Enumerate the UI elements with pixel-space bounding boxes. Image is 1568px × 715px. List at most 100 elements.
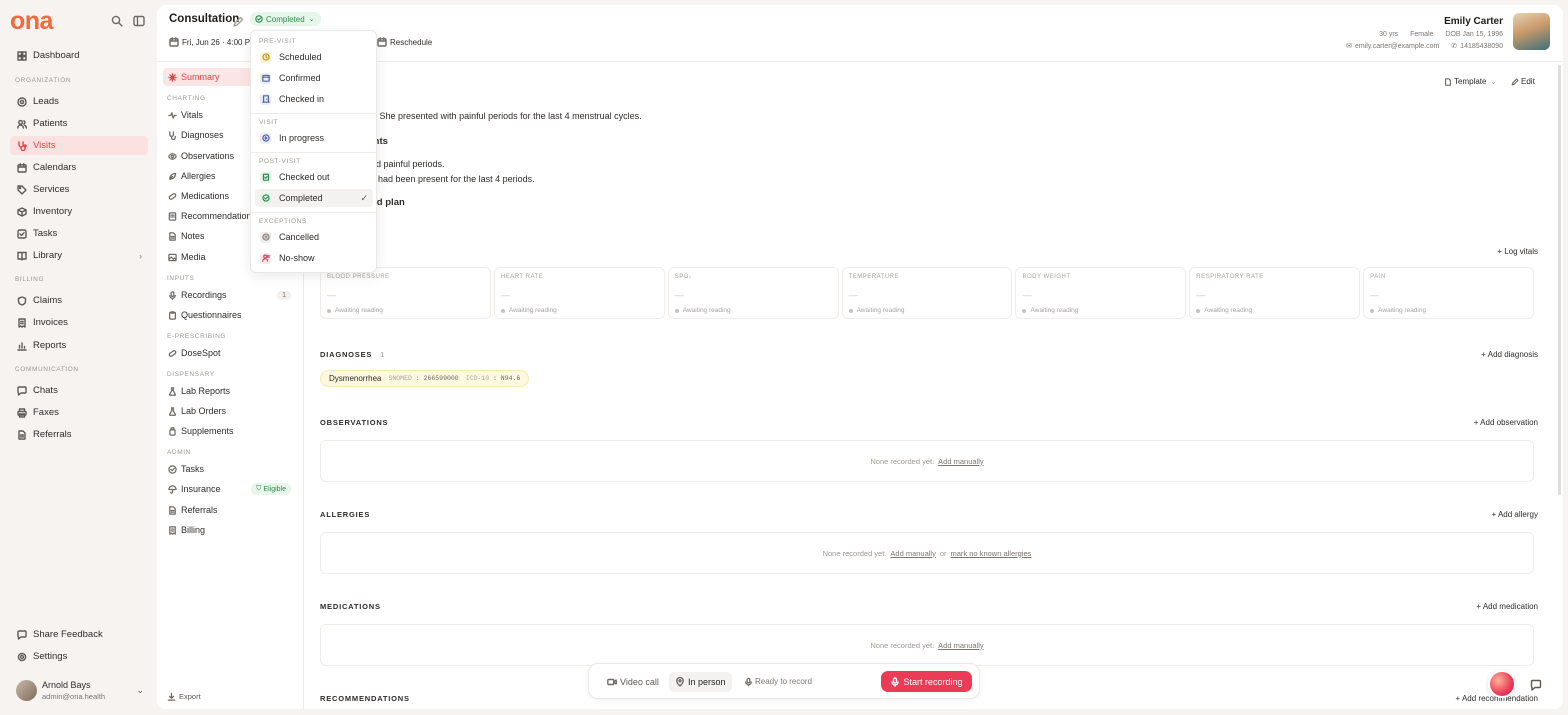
vital-card[interactable]: PAIN — Awaiting reading <box>1363 267 1535 319</box>
summary-content: Template⌄ Edit t: She presented with pai… <box>305 65 1553 709</box>
subnav-recordings[interactable]: Recordings 1 <box>163 286 297 304</box>
diagnosis-tag[interactable]: Dysmenorrhea SNOMED : 266599000 ICD-10 :… <box>320 370 530 387</box>
nav-item-chats[interactable]: Chats <box>10 381 148 400</box>
in-person-toggle[interactable]: In person <box>669 672 732 692</box>
menu-divider <box>251 212 376 213</box>
chat-icon[interactable] <box>1529 678 1543 692</box>
nav-item-reports[interactable]: Reports <box>10 336 148 355</box>
avatar <box>16 679 37 701</box>
vital-card[interactable]: BODY WEIGHT — Awaiting reading <box>1015 267 1187 319</box>
scrollbar[interactable] <box>1558 65 1561 495</box>
shield-check-icon: ⛉ <box>256 485 262 492</box>
nav-item-claims[interactable]: Claims <box>10 291 148 310</box>
nav-item-tasks[interactable]: Tasks <box>10 224 148 243</box>
status-option-cancelled[interactable]: Cancelled <box>255 228 373 246</box>
chevron-down-icon: ⌄ <box>136 684 144 695</box>
search-icon[interactable] <box>110 14 124 28</box>
add-observation-button[interactable]: + Add observation <box>1474 418 1538 427</box>
status-dot <box>327 308 331 313</box>
status-option-confirmed[interactable]: Confirmed <box>255 69 373 87</box>
nav-item-library[interactable]: Library › <box>10 246 148 265</box>
sidebar-toggle-icon[interactable] <box>132 14 146 28</box>
patient-email[interactable]: emily.carter@example.com <box>1355 43 1439 50</box>
vital-card[interactable]: SPO₂ — Awaiting reading <box>667 267 839 319</box>
status-option-completed[interactable]: Completed ✓ <box>255 189 373 207</box>
video-call-toggle[interactable]: Video call <box>601 672 665 692</box>
user-email: admin@ona.health <box>42 691 106 701</box>
status-option-in-progress[interactable]: In progress <box>255 129 373 147</box>
nav-item-visits[interactable]: Visits <box>10 136 148 155</box>
nav-item-inventory[interactable]: Inventory <box>10 202 148 221</box>
nav-item-faxes[interactable]: Faxes <box>10 403 148 422</box>
vital-card[interactable]: BLOOD PRESSURE — Awaiting reading <box>320 267 491 319</box>
status-badge[interactable]: Completed ⌄ <box>250 12 321 26</box>
play-circle-icon <box>260 132 271 144</box>
nav-section-billing: BILLING <box>15 276 45 283</box>
status-option-checked-out[interactable]: Checked out <box>255 168 373 186</box>
settings-button[interactable]: Settings <box>10 647 148 666</box>
chevron-right-icon: › <box>139 250 142 261</box>
subnav-insurance[interactable]: Insurance ⛉ Eligible <box>163 480 297 498</box>
subnav-referrals[interactable]: Referrals <box>163 501 297 519</box>
share-feedback-button[interactable]: Share Feedback <box>10 625 148 644</box>
add-diagnosis-button[interactable]: + Add diagnosis <box>1481 350 1538 359</box>
status-option-no-show[interactable]: No-show <box>255 249 373 267</box>
left-nav: ona Dashboard ORGANIZATION Leads Patient… <box>0 0 157 715</box>
no-known-allergies-link[interactable]: mark no known allergies <box>951 549 1032 558</box>
calendar-icon <box>169 37 179 47</box>
export-button[interactable]: Export <box>167 692 201 701</box>
page-title: Consultation <box>169 13 240 25</box>
user-menu[interactable]: Arnold Bays admin@ona.health ⌄ <box>16 678 144 702</box>
status-option-checked-in[interactable]: Checked in <box>255 90 373 108</box>
add-observation-manually-link[interactable]: Add manually <box>938 457 983 466</box>
nav-item-patients[interactable]: Patients <box>10 114 148 133</box>
pencil-icon[interactable] <box>231 15 245 29</box>
subnav-questionnaires[interactable]: Questionnaires <box>163 306 297 324</box>
vital-card[interactable]: RESPIRATORY RATE — Awaiting reading <box>1189 267 1361 319</box>
recording-bar: Video call In person Ready to record Sta… <box>588 663 980 699</box>
patient-phone[interactable]: 14185438090 <box>1460 43 1503 50</box>
receipt-icon <box>167 525 177 535</box>
subnav-lab-orders[interactable]: Lab Orders <box>163 402 297 420</box>
subnav-supplements[interactable]: Supplements <box>163 422 297 440</box>
calendar-icon <box>377 37 387 47</box>
edit-button[interactable]: Edit <box>1510 77 1535 86</box>
add-medication-manually-link[interactable]: Add manually <box>938 641 983 650</box>
nav-item-calendars[interactable]: Calendars <box>10 158 148 177</box>
add-allergy-button[interactable]: + Add allergy <box>1492 510 1538 519</box>
app-logo[interactable]: ona <box>10 9 53 34</box>
note-icon <box>167 231 177 241</box>
nav-item-dashboard[interactable]: Dashboard <box>10 46 148 65</box>
menu-section-pre-visit: PRE-VISIT <box>259 38 297 45</box>
mic-icon <box>744 677 753 686</box>
nav-item-services[interactable]: Services <box>10 180 148 199</box>
template-button[interactable]: Template ⌄ <box>1443 77 1496 86</box>
add-allergy-manually-link[interactable]: Add manually <box>890 549 935 558</box>
flask-icon <box>167 386 177 396</box>
subnav-lab-reports[interactable]: Lab Reports <box>163 382 297 400</box>
chat-icon <box>16 385 27 396</box>
subnav-tasks[interactable]: Tasks <box>163 460 297 478</box>
assistant-orb[interactable] <box>1488 670 1516 698</box>
subnav-billing[interactable]: Billing <box>163 521 297 539</box>
log-vitals-button[interactable]: + Log vitals <box>1497 247 1538 256</box>
patient-sex: Female <box>1410 31 1434 38</box>
add-medication-button[interactable]: + Add medication <box>1476 602 1538 611</box>
patient-name[interactable]: Emily Carter <box>1336 16 1503 27</box>
start-recording-button[interactable]: Start recording <box>881 671 972 692</box>
sparkle-icon <box>167 72 177 82</box>
visit-datetime[interactable]: Fri, Jun 26 · 4:00 PM <box>169 37 257 47</box>
nav-item-leads[interactable]: Leads <box>10 92 148 111</box>
pill-icon <box>167 348 177 358</box>
target-icon <box>16 96 27 107</box>
status-option-scheduled[interactable]: Scheduled <box>255 48 373 66</box>
nav-item-invoices[interactable]: Invoices <box>10 313 148 332</box>
observations-title: OBSERVATIONS <box>320 418 389 427</box>
vital-card[interactable]: TEMPERATURE — Awaiting reading <box>841 267 1013 319</box>
gear-icon <box>16 651 27 662</box>
reschedule-button[interactable]: Reschedule <box>377 37 432 47</box>
leaf-icon <box>167 171 177 181</box>
nav-item-referrals[interactable]: Referrals <box>10 425 148 444</box>
subnav-dosespot[interactable]: DoseSpot <box>163 344 297 362</box>
vital-card[interactable]: HEART RATE — Awaiting reading <box>493 267 665 319</box>
